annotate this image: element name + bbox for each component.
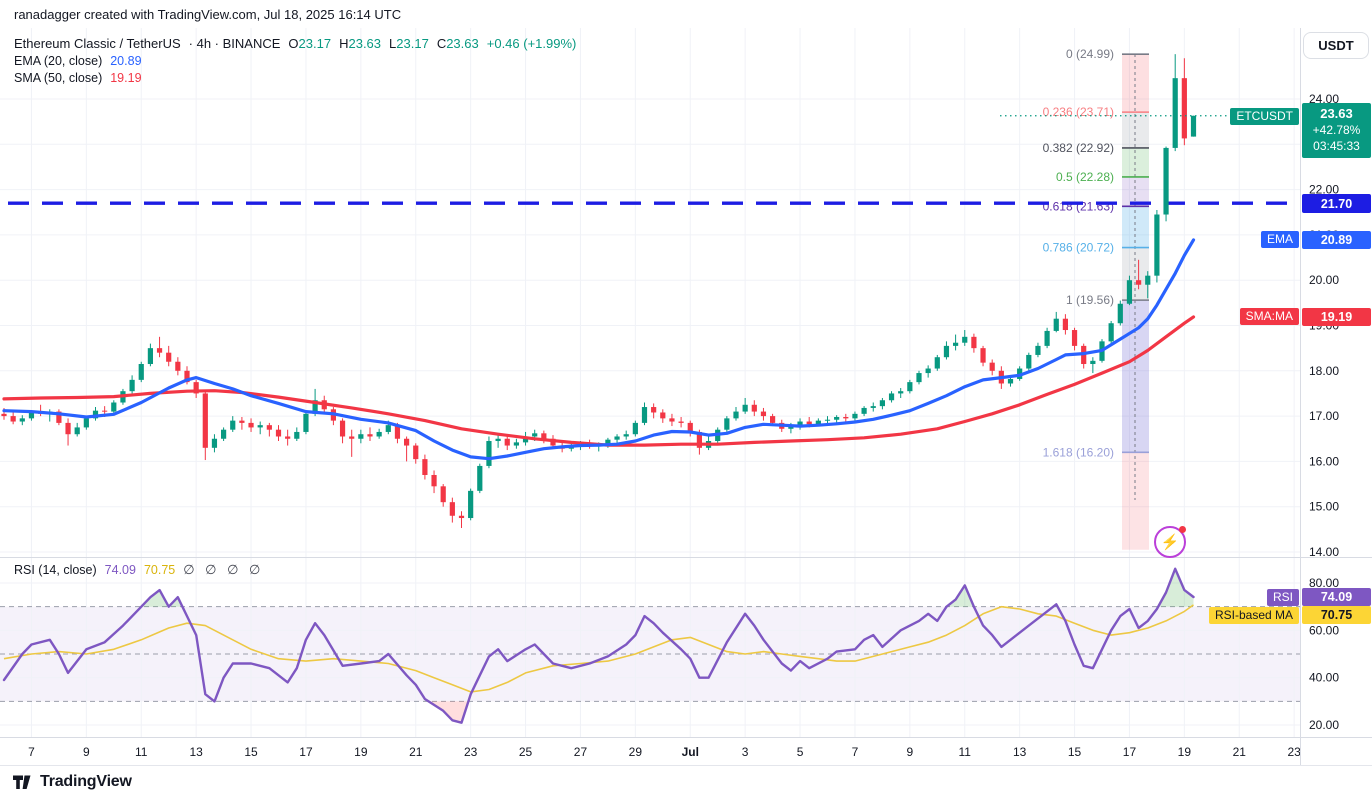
rsi-value-badge: 74.09: [1302, 588, 1371, 606]
ema20-line[interactable]: [4, 240, 1194, 459]
last-price-badge: 23.63 +42.78% 03:45:33: [1302, 103, 1371, 158]
bar-countdown: 03:45:33: [1313, 139, 1360, 155]
attribution-text: ranadagger created with TradingView.com,…: [14, 7, 401, 22]
rsi-tag: RSI: [1267, 589, 1299, 606]
sma-value: 19.19: [110, 71, 141, 85]
close-value: 23.63: [446, 36, 479, 51]
sma-value-badge: 19.19: [1302, 308, 1371, 326]
fib-level-label: 0.5 (22.28): [1056, 170, 1114, 184]
currency-unit-button[interactable]: USDT: [1303, 32, 1369, 59]
fib-level-label: 0.618 (21.63): [1043, 199, 1114, 213]
symbol-title: Ethereum Classic / TetherUS: [14, 36, 181, 51]
fib-retracement[interactable]: 0 (24.99) 0.236 (23.71) 0.382 (22.92) 0.5 (…: [1043, 47, 1149, 550]
sma-label: SMA (50, close): [14, 71, 102, 85]
open-label: O: [288, 36, 298, 51]
tradingview-logo-icon: [13, 774, 34, 791]
rsi-ma-value: 70.75: [144, 563, 175, 577]
price-gridlines: [0, 99, 1300, 552]
footer-bar: TradingView: [0, 765, 1372, 801]
tradingview-snapshot: 0 (24.99) 0.236 (23.71) 0.382 (22.92) 0.5 (…: [0, 0, 1372, 801]
rsi-label: RSI (14, close): [14, 563, 97, 577]
rsi-empty-slots: ∅ ∅ ∅ ∅: [183, 562, 260, 578]
rsi-threshold-fill: [1158, 569, 1193, 607]
close-label: C: [437, 36, 446, 51]
sma-legend-row[interactable]: SMA (50, close) 19.19: [14, 71, 142, 85]
candlestick-series: [1, 54, 1196, 528]
fib-level-label: 0 (24.99): [1066, 47, 1114, 61]
notification-dot: [1179, 526, 1186, 533]
fib-level-label: 0.382 (22.92): [1043, 141, 1114, 155]
rsi-value: 74.09: [105, 563, 136, 577]
change-percent: +42.78%: [1313, 123, 1361, 139]
tradingview-logo-text: TradingView: [40, 773, 132, 791]
lightning-icon: ⚡: [1161, 533, 1180, 551]
symbol-price-tag: ETCUSDT: [1230, 108, 1299, 125]
sma-tag: SMA:MA: [1240, 308, 1299, 325]
horizontal-line-badge: 21.70: [1302, 194, 1371, 213]
symbol-meta: · 4h · BINANCE: [189, 36, 281, 51]
time-axis[interactable]: [0, 737, 1300, 765]
tradingview-logo[interactable]: TradingView: [13, 773, 132, 791]
rsi-ma-value-badge: 70.75: [1302, 606, 1371, 624]
ema-value-badge: 20.89: [1302, 231, 1371, 249]
change-value: +0.46 (+1.99%): [487, 36, 577, 51]
open-value: 23.17: [299, 36, 332, 51]
fib-level-label: 0.236 (23.71): [1043, 105, 1114, 119]
symbol-legend-row[interactable]: Ethereum Classic / TetherUS · 4h · BINAN…: [14, 36, 576, 51]
last-price: 23.63: [1320, 106, 1353, 123]
high-value: 23.63: [348, 36, 381, 51]
ema-label: EMA (20, close): [14, 54, 102, 68]
rsi-legend-row[interactable]: RSI (14, close) 74.09 70.75 ∅ ∅ ∅ ∅: [14, 562, 260, 578]
ema-legend-row[interactable]: EMA (20, close) 20.89: [14, 54, 142, 68]
price-chart-canvas: 0 (24.99) 0.236 (23.71) 0.382 (22.92) 0.5 (…: [0, 0, 1372, 801]
ema-value: 20.89: [110, 54, 141, 68]
rsi-ma-tag: RSI-based MA: [1209, 607, 1299, 624]
low-value: 23.17: [396, 36, 429, 51]
flash-marker-button[interactable]: ⚡: [1154, 526, 1186, 558]
fib-level-label: 1 (19.56): [1066, 293, 1114, 307]
ema-tag: EMA: [1261, 231, 1299, 248]
fib-level-label: 1.618 (16.20): [1043, 445, 1114, 459]
fib-level-label: 0.786 (20.72): [1043, 241, 1114, 255]
